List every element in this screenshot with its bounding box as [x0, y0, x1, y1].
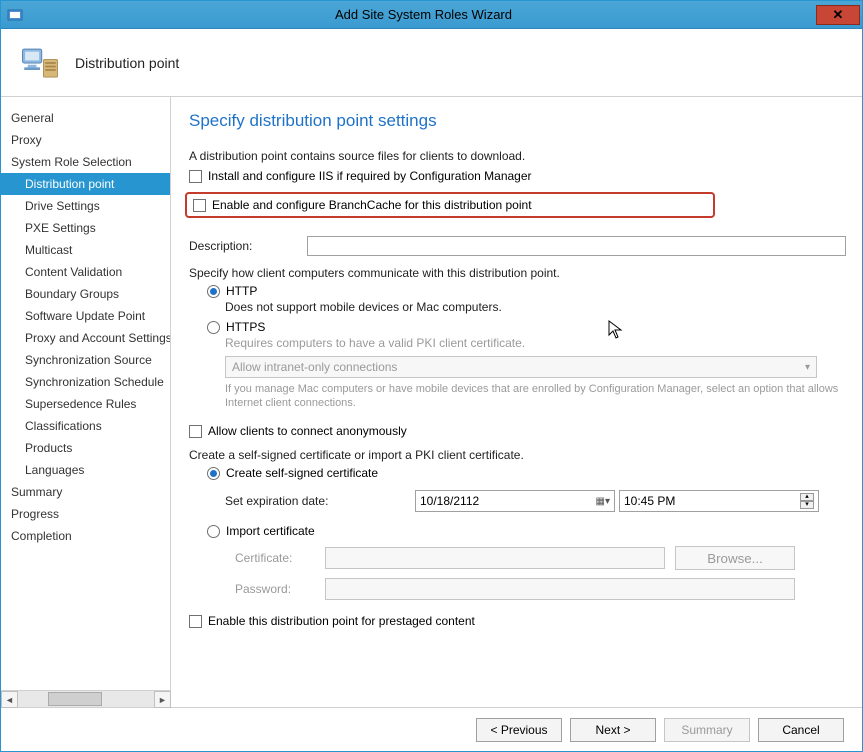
certificate-password-input — [325, 578, 795, 600]
sidebar-item-drive-settings[interactable]: Drive Settings — [1, 195, 170, 217]
sidebar-item-synchronization-schedule[interactable]: Synchronization Schedule — [1, 371, 170, 393]
sidebar-item-pxe-settings[interactable]: PXE Settings — [1, 217, 170, 239]
sidebar-item-completion[interactable]: Completion — [1, 525, 170, 547]
summary-button: Summary — [664, 718, 750, 742]
sidebar-item-software-update-point[interactable]: Software Update Point — [1, 305, 170, 327]
scroll-thumb[interactable] — [48, 692, 102, 706]
scroll-right-button[interactable]: ► — [154, 691, 171, 708]
http-radio-row[interactable]: HTTP — [207, 284, 846, 298]
expiration-label: Set expiration date: — [225, 494, 415, 508]
selfsigned-label: Create self-signed certificate — [226, 466, 378, 480]
sidebar-item-distribution-point[interactable]: Distribution point — [1, 173, 170, 195]
sidebar-item-synchronization-source[interactable]: Synchronization Source — [1, 349, 170, 371]
sidebar-item-progress[interactable]: Progress — [1, 503, 170, 525]
sidebar-item-summary[interactable]: Summary — [1, 481, 170, 503]
prestaged-label: Enable this distribution point for prest… — [208, 614, 475, 628]
import-cert-label: Import certificate — [226, 524, 315, 538]
sidebar-item-supersedence-rules[interactable]: Supersedence Rules — [1, 393, 170, 415]
connection-selected-value: Allow intranet-only connections — [232, 360, 397, 374]
wizard-header: Distribution point — [1, 29, 862, 97]
certificate-text: Create a self-signed certificate or impo… — [189, 448, 846, 462]
sidebar-item-proxy[interactable]: Proxy — [1, 129, 170, 151]
description-input[interactable] — [307, 236, 846, 256]
http-radio[interactable] — [207, 285, 220, 298]
intro-text: A distribution point contains source fil… — [189, 149, 846, 163]
http-subtext: Does not support mobile devices or Mac c… — [225, 300, 846, 314]
sidebar-item-languages[interactable]: Languages — [1, 459, 170, 481]
branchcache-checkbox[interactable] — [193, 199, 206, 212]
page-title: Specify distribution point settings — [189, 111, 846, 131]
anonymous-label: Allow clients to connect anonymously — [208, 424, 407, 438]
install-iis-row[interactable]: Install and configure IIS if required by… — [189, 169, 846, 183]
certificate-path-input — [325, 547, 665, 569]
sidebar-item-system-role-selection[interactable]: System Role Selection — [1, 151, 170, 173]
header-label: Distribution point — [75, 55, 179, 71]
distribution-point-icon — [19, 42, 61, 84]
expiration-time-input[interactable]: 10:45 PM ▴▾ — [619, 490, 819, 512]
sidebar-item-boundary-groups[interactable]: Boundary Groups — [1, 283, 170, 305]
description-row: Description: — [189, 236, 846, 256]
certificate-path-label: Certificate: — [235, 551, 325, 565]
sidebar-item-general[interactable]: General — [1, 107, 170, 129]
anonymous-checkbox[interactable] — [189, 425, 202, 438]
close-icon: ✕ — [833, 7, 844, 23]
branchcache-highlight: Enable and configure BranchCache for thi… — [185, 192, 715, 218]
cancel-button[interactable]: Cancel — [758, 718, 844, 742]
sidebar-item-multicast[interactable]: Multicast — [1, 239, 170, 261]
sidebar-item-classifications[interactable]: Classifications — [1, 415, 170, 437]
sidebar-horizontal-scrollbar[interactable]: ◄ ► — [1, 690, 171, 707]
anonymous-row[interactable]: Allow clients to connect anonymously — [189, 424, 846, 438]
calendar-dropdown-icon[interactable]: ▦▾ — [596, 496, 610, 507]
expiration-date-value: 10/18/2112 — [420, 494, 479, 508]
window-title: Add Site System Roles Wizard — [31, 7, 816, 22]
time-spinner[interactable]: ▴▾ — [800, 493, 814, 509]
certificate-path-row: Certificate: Browse... — [235, 546, 846, 570]
selfsigned-radio-row[interactable]: Create self-signed certificate — [207, 466, 846, 480]
main-panel: Specify distribution point settings A di… — [171, 97, 862, 707]
titlebar[interactable]: Add Site System Roles Wizard ✕ — [1, 1, 862, 29]
communication-text: Specify how client computers communicate… — [189, 266, 846, 280]
certificate-password-row: Password: — [235, 578, 846, 600]
https-label: HTTPS — [226, 320, 265, 334]
chevron-down-icon: ▾ — [805, 362, 810, 373]
expiration-row: Set expiration date: 10/18/2112 ▦▾ 10:45… — [225, 490, 846, 512]
sidebar: GeneralProxySystem Role SelectionDistrib… — [1, 97, 171, 690]
next-button[interactable]: Next > — [570, 718, 656, 742]
sidebar-item-content-validation[interactable]: Content Validation — [1, 261, 170, 283]
certificate-password-label: Password: — [235, 582, 325, 596]
description-label: Description: — [189, 239, 307, 253]
https-subtext: Requires computers to have a valid PKI c… — [225, 336, 846, 350]
install-iis-checkbox[interactable] — [189, 170, 202, 183]
scroll-left-button[interactable]: ◄ — [1, 691, 18, 708]
https-radio-row[interactable]: HTTPS — [207, 320, 846, 334]
sidebar-item-proxy-and-account-settings[interactable]: Proxy and Account Settings — [1, 327, 170, 349]
install-iis-label: Install and configure IIS if required by… — [208, 169, 532, 183]
connection-hint: If you manage Mac computers or have mobi… — [225, 382, 846, 410]
branchcache-label: Enable and configure BranchCache for thi… — [212, 198, 532, 212]
selfsigned-radio[interactable] — [207, 467, 220, 480]
prestaged-checkbox[interactable] — [189, 615, 202, 628]
import-cert-radio[interactable] — [207, 525, 220, 538]
sidebar-item-products[interactable]: Products — [1, 437, 170, 459]
http-label: HTTP — [226, 284, 257, 298]
close-button[interactable]: ✕ — [816, 5, 860, 25]
expiration-time-value: 10:45 PM — [624, 494, 675, 508]
wizard-footer: < Previous Next > Summary Cancel — [1, 707, 862, 751]
https-radio[interactable] — [207, 321, 220, 334]
app-icon — [7, 7, 23, 23]
browse-button: Browse... — [675, 546, 795, 570]
scroll-track[interactable] — [18, 691, 154, 707]
import-cert-radio-row[interactable]: Import certificate — [207, 524, 846, 538]
expiration-date-input[interactable]: 10/18/2112 ▦▾ — [415, 490, 615, 512]
previous-button[interactable]: < Previous — [476, 718, 562, 742]
prestaged-row[interactable]: Enable this distribution point for prest… — [189, 614, 846, 628]
connection-select: Allow intranet-only connections ▾ — [225, 356, 817, 378]
